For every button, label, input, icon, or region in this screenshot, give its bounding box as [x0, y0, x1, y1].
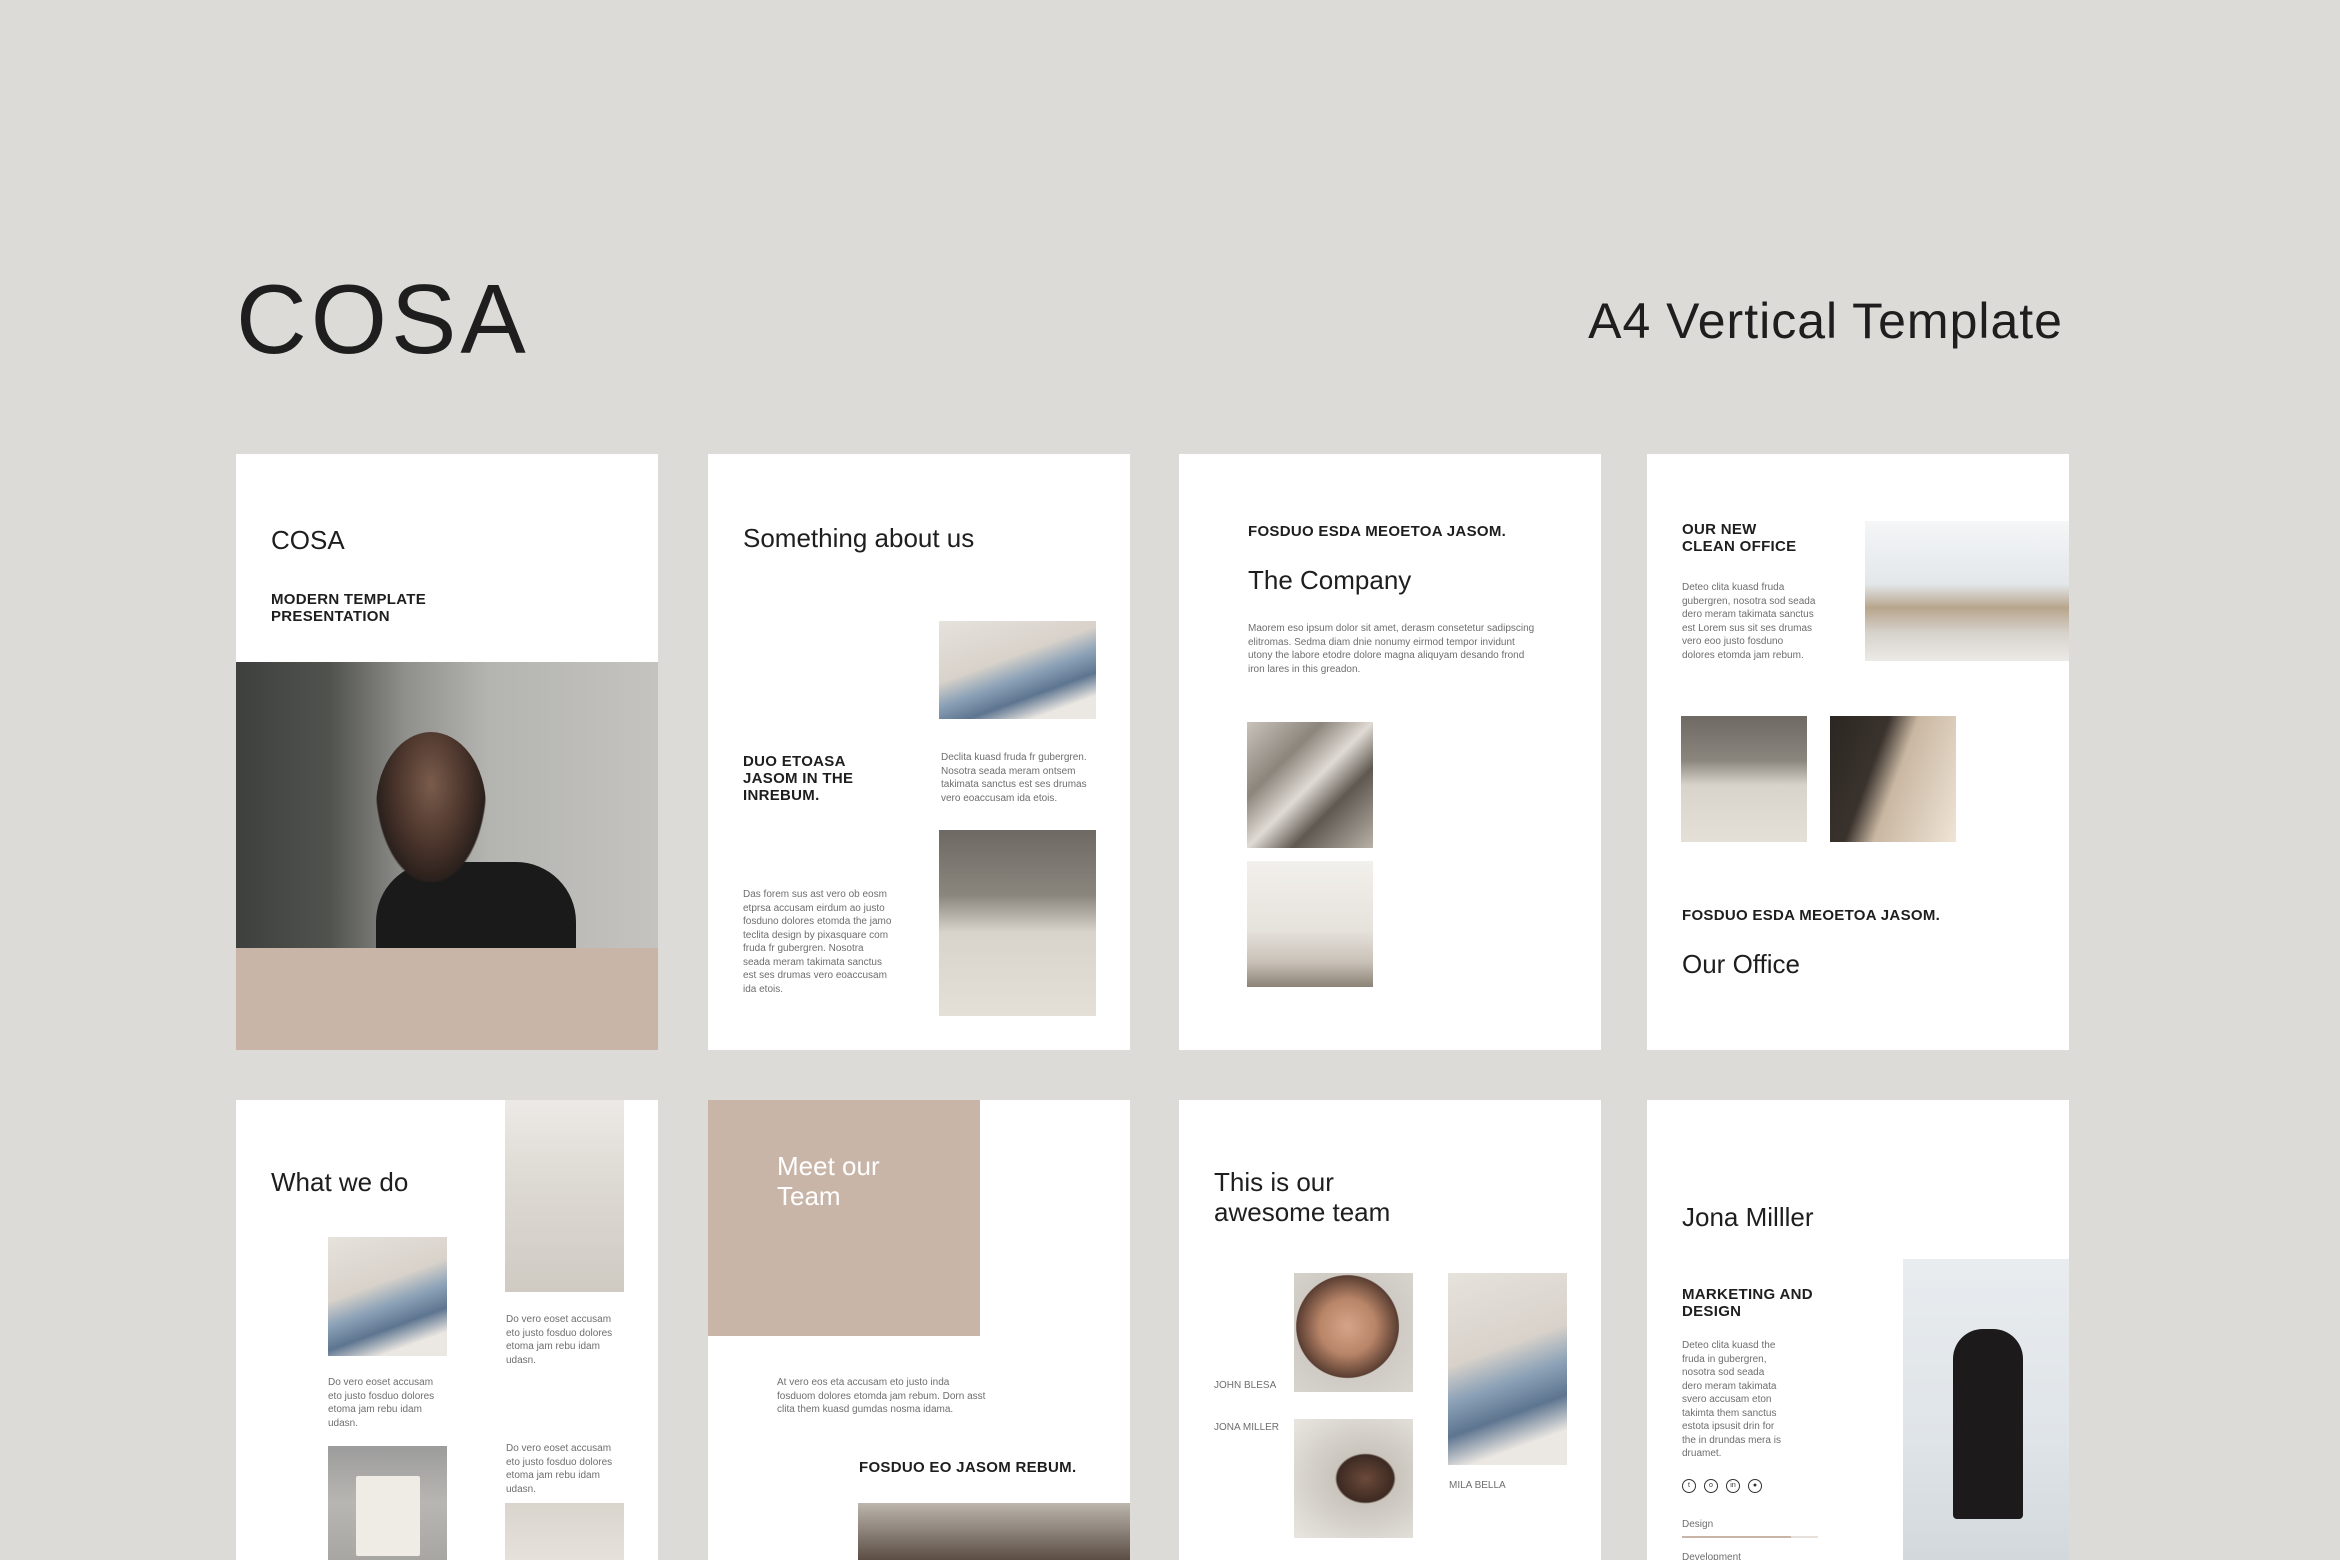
whatwedo-text-left: Do vero eoset accusam eto justo fosduo d… [328, 1377, 435, 1429]
meet-body: At vero eos eta accusam eto justo inda f… [777, 1377, 986, 1415]
company-photo-stairs [1247, 861, 1373, 987]
meet-accent-block [708, 1100, 980, 1336]
meet-title: Meet our Team [777, 1151, 880, 1211]
brand-title: COSA [236, 264, 530, 374]
profile-skill-design-track [1682, 1536, 1818, 1538]
page-whatwedo[interactable]: What we do Do vero eoset accusam eto jus… [236, 1100, 658, 1560]
team-name-2: JONA MILLER [1214, 1422, 1280, 1433]
profile-role: MARKETING AND DESIGN [1682, 1286, 1813, 1320]
about-body-right: Declita kuasd fruda fr gubergren. Nosotr… [941, 752, 1087, 804]
page-office[interactable]: OUR NEW CLEAN OFFICE Deteo clita kuasd f… [1647, 454, 2069, 1050]
profile-photo [1903, 1259, 2069, 1560]
instagram-icon[interactable]: o [1704, 1479, 1718, 1493]
profile-name: Jona Milller [1682, 1202, 1814, 1232]
office-photo-interior [1865, 521, 2069, 661]
team-name-1: JOHN BLESA [1214, 1380, 1277, 1391]
page-profile[interactable]: Jona Milller MARKETING AND DESIGN Deteo … [1647, 1100, 2069, 1560]
office-kicker: FOSDUO ESDA MEOETOA JASOM. [1682, 907, 1941, 924]
page-meet[interactable]: Meet our Team At vero eos eta accusam et… [708, 1100, 1130, 1560]
page-cover[interactable]: COSA MODERN TEMPLATE PRESENTATION [236, 454, 658, 1050]
page-team[interactable]: This is our awesome team JOHN BLESA JONA… [1179, 1100, 1601, 1560]
profile-skill-development: Development [1682, 1552, 1741, 1560]
whatwedo-text-right: Do vero eoset accusam eto justo fosduo d… [506, 1314, 613, 1366]
profile-body: Deteo clita kuasd the fruda in gubergren… [1682, 1340, 1781, 1459]
twitter-icon[interactable]: t [1682, 1479, 1696, 1493]
whatwedo-photo-jeans [328, 1237, 447, 1356]
meet-kicker: FOSDUO EO JASOM REBUM. [859, 1459, 1077, 1476]
about-heading: DUO ETOASA JASOM IN THE INREBUM. [743, 753, 854, 804]
profile-skill-design-bar [1682, 1536, 1791, 1538]
profile-skill-design: Design [1682, 1519, 1714, 1530]
team-photo-3 [1448, 1273, 1567, 1465]
office-title: Our Office [1682, 949, 1801, 979]
team-name-3: MILA BELLA [1449, 1480, 1506, 1491]
office-kicker-top: OUR NEW CLEAN OFFICE [1682, 521, 1797, 555]
page-company[interactable]: FOSDUO ESDA MEOETOA JASOM. The Company M… [1179, 454, 1601, 1050]
cover-photo [236, 662, 658, 948]
office-body: Deteo clita kuasd fruda gubergren, nosot… [1682, 582, 1816, 661]
office-photo-vase [1681, 716, 1807, 842]
company-kicker: FOSDUO ESDA MEOETOA JASOM. [1248, 523, 1507, 540]
about-title: Something about us [743, 523, 975, 553]
company-photo-fabric [1247, 722, 1373, 848]
whatwedo-photo-bottom [505, 1503, 624, 1560]
about-body-left: Das forem sus ast vero ob eosm etprsa ac… [743, 889, 892, 995]
company-title: The Company [1248, 565, 1412, 595]
company-body: Maorem eso ipsum dolor sit amet, derasm … [1248, 623, 1535, 675]
whatwedo-photo-bag [328, 1446, 447, 1560]
team-photo-2 [1294, 1419, 1413, 1538]
meet-photo [858, 1503, 1130, 1560]
office-photo-wall [1830, 716, 1956, 842]
about-photo-vase [939, 830, 1096, 1016]
team-photo-1 [1294, 1273, 1413, 1392]
whatwedo-title: What we do [271, 1167, 409, 1197]
whatwedo-photo-sweater [505, 1100, 624, 1292]
dribbble-icon[interactable]: ● [1748, 1479, 1762, 1493]
linkedin-icon[interactable]: in [1726, 1479, 1740, 1493]
about-photo-jeans [939, 621, 1096, 719]
cover-title: COSA [271, 525, 345, 555]
cover-accent-block [236, 948, 658, 1050]
whatwedo-text-right-2: Do vero eoset accusam eto justo fosduo d… [506, 1443, 613, 1495]
page-about[interactable]: Something about us DUO ETOASA JASOM IN T… [708, 454, 1130, 1050]
cover-subtitle: MODERN TEMPLATE PRESENTATION [271, 591, 427, 625]
template-subtitle: A4 Vertical Template [1588, 293, 2063, 349]
profile-social-links: t o in ● [1682, 1479, 1762, 1493]
team-title: This is our awesome team [1214, 1167, 1391, 1227]
